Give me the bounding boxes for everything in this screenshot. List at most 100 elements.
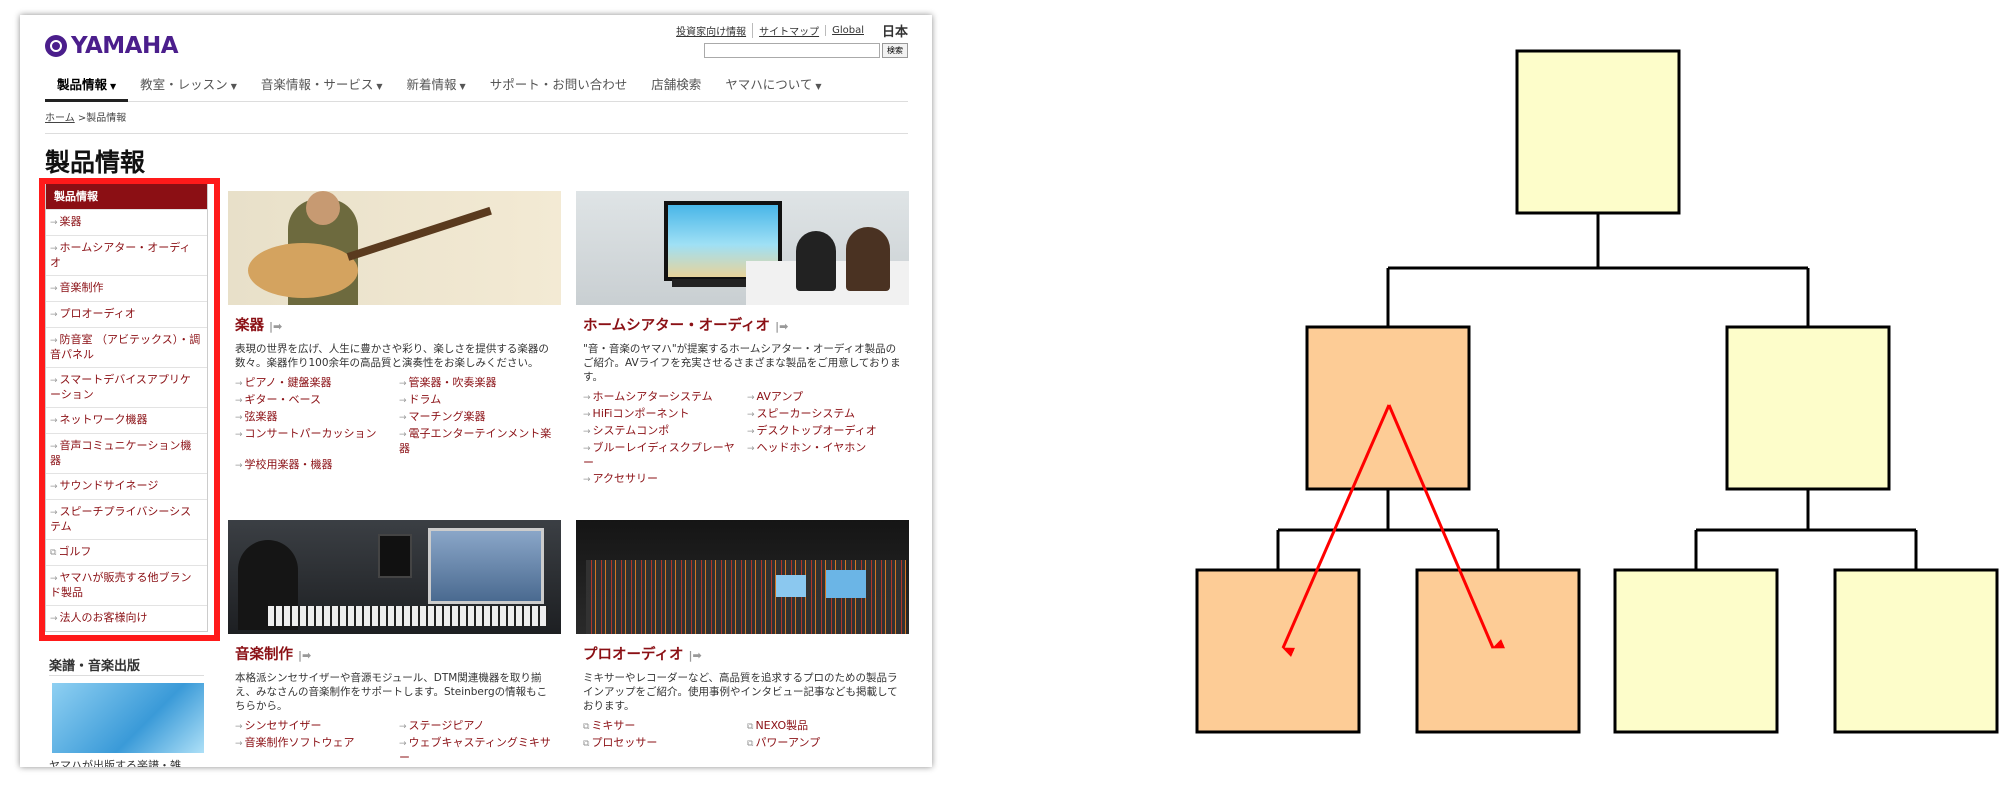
tile-title[interactable]: 楽器 |➡ (235, 314, 561, 335)
home-theater-image[interactable] (576, 191, 909, 305)
arrow-icon: → (399, 722, 407, 732)
guitar-player-image[interactable] (228, 191, 561, 305)
sheet-music-image[interactable] (52, 683, 204, 753)
category-link-label: ホームシアターシステム (592, 390, 713, 403)
leaf-node-1-highlighted (1195, 568, 1361, 734)
arrow-right-icon: |➡ (298, 649, 312, 662)
nav-label: ヤマハについて (725, 77, 813, 92)
publication-text: ヤマハが出版する楽譜・雑 (49, 759, 181, 767)
tile-links: → シンセサイザー → ステージピアノ → 音楽制作ソフトウェア → ウェブキャスティン… (228, 719, 561, 765)
category-link[interactable]: ⧉ プロセッサー (583, 736, 743, 751)
category-link[interactable]: → マーチング楽器 (399, 410, 559, 425)
arrow-icon: → (747, 444, 755, 454)
tile-title[interactable]: ホームシアター・オーディオ |➡ (583, 314, 909, 335)
nav-news[interactable]: 新着情報 ▼ (395, 75, 478, 99)
category-link[interactable]: → 弦楽器 (235, 410, 395, 425)
nav-store-search[interactable]: 店舗検索 (639, 75, 713, 99)
breadcrumb-current: >製品情報 (77, 113, 127, 124)
category-link[interactable]: → 電子エンターテインメント楽器 (399, 427, 559, 456)
tile-description: 表現の世界を広げ、人生に豊かさや彩り、楽しさを提供する楽器の数々。楽器作り100… (235, 343, 549, 369)
tile-instruments: 楽器 |➡ 表現の世界を広げ、人生に豊かさや彩り、楽しさを提供する楽器の数々。楽器… (228, 191, 561, 473)
category-link[interactable]: → HiFiコンポーネント (583, 407, 743, 422)
category-link[interactable]: → ブルーレイディスクプレーヤー (583, 441, 743, 470)
category-link[interactable]: → ステージピアノ (399, 719, 559, 734)
category-link[interactable]: → 管楽器・吹奏楽器 (399, 376, 559, 391)
tile-title[interactable]: プロオーディオ |➡ (583, 643, 909, 664)
breadcrumb: ホーム >製品情報 (45, 109, 908, 134)
investor-link[interactable]: 投資家向け情報 (670, 23, 752, 38)
external-link-icon: ⧉ (583, 739, 590, 749)
arrow-icon: → (235, 461, 243, 471)
category-link[interactable]: → AVアンプ (747, 390, 907, 405)
sitemap-link[interactable]: サイトマップ (752, 23, 825, 38)
category-link[interactable]: → ドラム (399, 393, 559, 408)
breadcrumb-home[interactable]: ホーム (45, 113, 75, 124)
category-link[interactable]: → ヘッドホン・イヤホン (747, 441, 907, 470)
category-link-label: システムコンポ (592, 424, 670, 437)
category-link[interactable]: → ホームシアターシステム (583, 390, 743, 405)
category-link[interactable]: ⧉ ミキサー (583, 719, 743, 734)
category-link[interactable]: → コンサートパーカッション (235, 427, 395, 456)
arrow-icon: → (235, 722, 243, 732)
nav-products[interactable]: 製品情報 ▼ (45, 75, 129, 102)
category-link[interactable]: ⧉ NEXO製品 (747, 719, 907, 734)
tile-description: "音・音楽のヤマハ"が提案するホームシアター・オーディオ製品のご紹介。AVライフ… (583, 343, 901, 383)
category-link-label: AVアンプ (756, 390, 804, 403)
publication-title[interactable]: 楽譜・音楽出版 (49, 655, 140, 674)
chevron-down-icon: ▼ (376, 82, 383, 91)
arrow-icon: → (747, 393, 755, 403)
global-link[interactable]: Global (825, 25, 870, 36)
category-link-label: スピーカーシステム (756, 407, 855, 420)
arrow-right-icon: |➡ (269, 320, 283, 333)
arrow-icon: → (747, 410, 755, 420)
category-link[interactable]: → ピアノ・鍵盤楽器 (235, 376, 395, 391)
chevron-down-icon: ▼ (815, 82, 822, 91)
external-link-icon: ⧉ (583, 722, 590, 732)
arrow-icon: → (399, 413, 407, 423)
category-link[interactable]: → ギター・ベース (235, 393, 395, 408)
tile-links: → ピアノ・鍵盤楽器 → 管楽器・吹奏楽器 → ギター・ベース → ドラム → 弦楽器 →… (228, 376, 561, 473)
website-screenshot: YAMAHA 投資家向け情報 サイトマップ Global 日本 検索 製品情報 ▼… (20, 15, 932, 767)
chevron-down-icon: ▼ (110, 82, 117, 91)
leaf-node-4 (1833, 568, 1999, 734)
tile-title-text: 音楽制作 (235, 647, 293, 663)
tile-title[interactable]: 音楽制作 |➡ (235, 643, 561, 664)
category-link[interactable]: → アクセサリー (583, 472, 743, 487)
mixing-console-image[interactable] (576, 520, 909, 634)
category-link[interactable]: → 音楽制作ソフトウェア (235, 736, 395, 765)
arrow-icon: → (235, 430, 243, 440)
search-box: 検索 (704, 43, 908, 58)
category-link[interactable]: → スピーカーシステム (747, 407, 907, 422)
category-link-label: ミキサー (591, 719, 636, 732)
yamaha-logo[interactable]: YAMAHA (45, 33, 179, 59)
arrow-right-icon: |➡ (688, 649, 702, 662)
category-link[interactable]: → デスクトップオーディオ (747, 424, 907, 439)
tile-title-text: ホームシアター・オーディオ (583, 318, 771, 334)
nav-about[interactable]: ヤマハについて ▼ (713, 75, 833, 99)
search-button[interactable]: 検索 (882, 43, 908, 58)
external-link-icon: ⧉ (747, 739, 754, 749)
arrow-icon: → (399, 396, 407, 406)
category-link[interactable]: ⧉ パワーアンプ (747, 736, 907, 751)
category-link-label: 管楽器・吹奏楽器 (408, 376, 497, 389)
nav-music-services[interactable]: 音楽情報・サービス ▼ (249, 75, 395, 99)
nav-support[interactable]: サポート・お問い合わせ (478, 75, 640, 99)
language-label[interactable]: 日本 (882, 21, 908, 40)
search-input[interactable] (704, 43, 880, 58)
nav-label: 音楽情報・サービス (260, 77, 374, 92)
tile-description: ミキサーやレコーダーなど、高品質を追求するプロのための製品ラインアップをご紹介。… (583, 672, 898, 712)
music-studio-image[interactable] (228, 520, 561, 634)
arrow-icon: → (235, 739, 243, 749)
nav-lessons[interactable]: 教室・レッスン ▼ (128, 75, 249, 99)
category-link[interactable]: → ウェブキャスティングミキサー (399, 736, 559, 765)
category-link[interactable]: → シンセサイザー (235, 719, 395, 734)
category-link-label: プロセッサー (591, 736, 658, 749)
category-link[interactable]: → システムコンポ (583, 424, 743, 439)
arrow-right-icon: |➡ (775, 320, 789, 333)
category-link[interactable]: → 学校用楽器・機器 (235, 458, 395, 473)
chevron-down-icon: ▼ (230, 82, 237, 91)
nav-label: 店舗検索 (651, 77, 702, 92)
category-link-label: パワーアンプ (755, 736, 821, 749)
hierarchy-diagram (1195, 49, 1999, 734)
category-link-label: ステージピアノ (408, 719, 485, 732)
